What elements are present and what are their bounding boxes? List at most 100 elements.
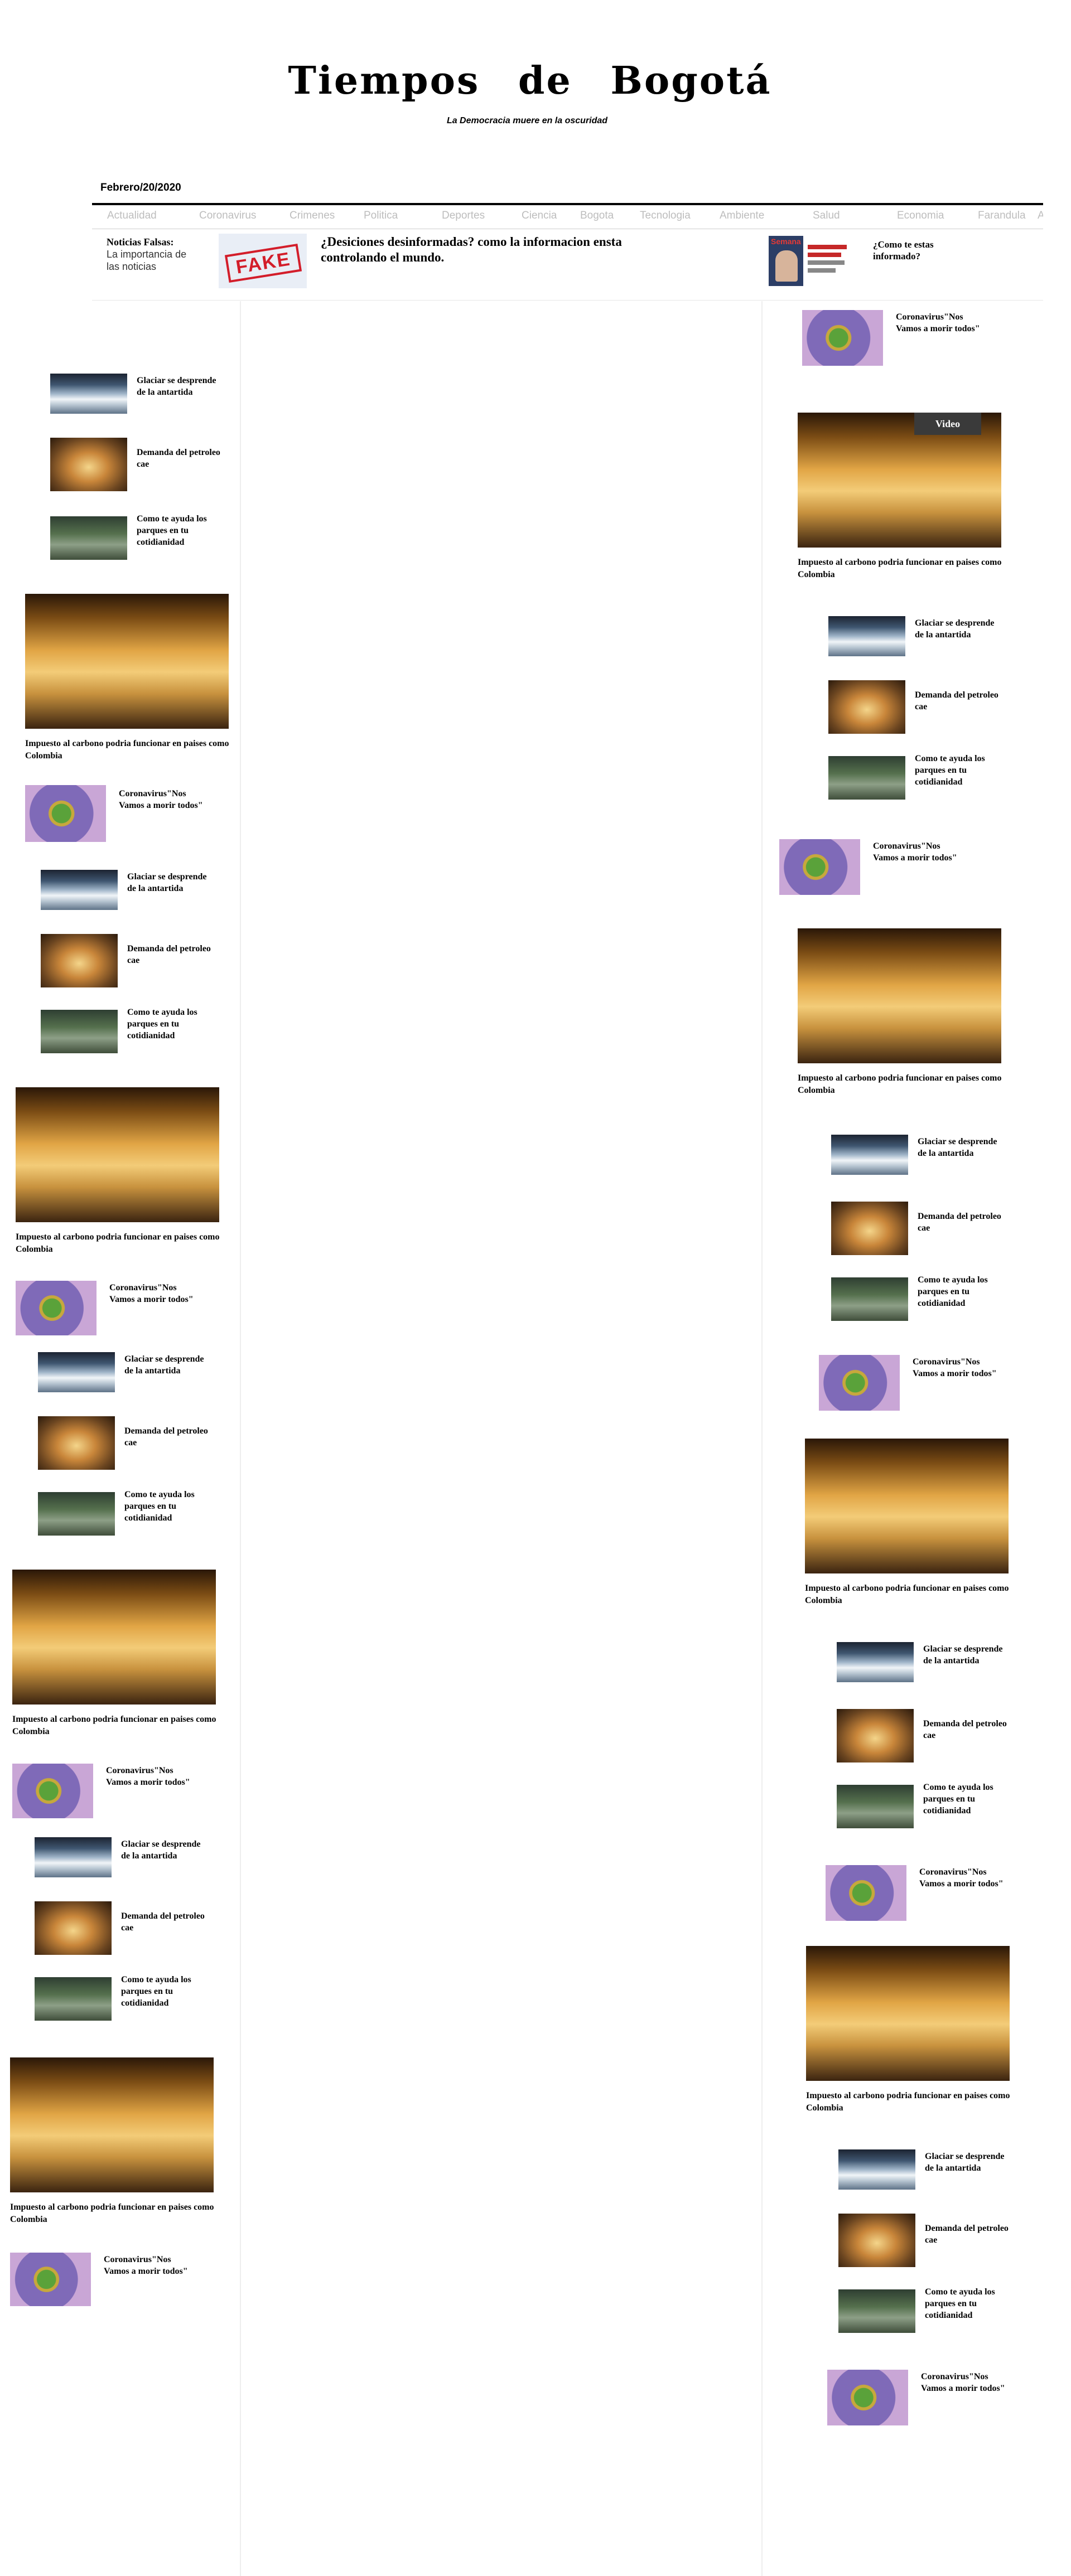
carbon-image: Video bbox=[798, 413, 1001, 548]
main-nav: Actualidad Coronavirus Crimenes Politica… bbox=[92, 206, 1043, 229]
video-badge[interactable]: Video bbox=[914, 413, 981, 435]
article-title: Impuesto al carbono podria funcionar en … bbox=[25, 739, 229, 761]
oil-image bbox=[831, 1202, 908, 1255]
article-title: Glaciar se desprende de la antartida bbox=[127, 872, 207, 893]
carbon-image bbox=[16, 1087, 219, 1222]
nav-economia[interactable]: Economia bbox=[897, 210, 944, 222]
glacier-image bbox=[837, 1642, 914, 1682]
glacier-image bbox=[831, 1135, 908, 1175]
nav-ciencia[interactable]: Ciencia bbox=[522, 210, 557, 222]
column-divider-left bbox=[240, 301, 241, 2576]
parks-image bbox=[41, 1010, 118, 1053]
nav-actualidad[interactable]: Actualidad bbox=[107, 210, 157, 222]
article-title: Coronavirus"Nos Vamos a morir todos" bbox=[919, 1867, 1004, 1889]
article-title: Impuesto al carbono podria funcionar en … bbox=[806, 2091, 1010, 2113]
article-title: Demanda del petroleo cae bbox=[923, 1719, 1007, 1740]
article-title: Demanda del petroleo cae bbox=[918, 1212, 1001, 1233]
article-title: Como te ayuda los parques en tu cotidian… bbox=[918, 1275, 988, 1308]
fake-stamp-graphic: FAKE bbox=[224, 243, 302, 283]
oil-image bbox=[35, 1901, 112, 1955]
coronavirus-image bbox=[802, 310, 883, 366]
article-title: Demanda del petroleo cae bbox=[925, 2224, 1009, 2245]
article-title: Coronavirus"Nos Vamos a morir todos" bbox=[896, 312, 980, 333]
article-title: Coronavirus"Nos Vamos a morir todos" bbox=[109, 1283, 194, 1304]
article-title: Glaciar se desprende de la antartida bbox=[121, 1839, 201, 1861]
oil-image bbox=[38, 1416, 115, 1470]
fake-news-teaser-title: Noticias Falsas: bbox=[107, 236, 174, 248]
coronavirus-image bbox=[16, 1281, 97, 1335]
carbon-image bbox=[25, 594, 229, 729]
glacier-image bbox=[828, 616, 905, 656]
article-title: Coronavirus"Nos Vamos a morir todos" bbox=[921, 2372, 1005, 2393]
article-title: Glaciar se desprende de la antartida bbox=[124, 1354, 204, 1376]
carbon-image bbox=[806, 1946, 1010, 2081]
oil-image bbox=[41, 934, 118, 987]
semana-logo: Semana bbox=[771, 237, 801, 246]
glacier-image bbox=[38, 1352, 115, 1392]
oil-image bbox=[837, 1709, 914, 1762]
coronavirus-image bbox=[819, 1355, 900, 1411]
site-tagline: La Democracia muere en la oscuridad bbox=[446, 116, 608, 125]
parks-image bbox=[831, 1277, 908, 1321]
nav-salud[interactable]: Salud bbox=[813, 210, 840, 222]
parks-image bbox=[38, 1492, 115, 1536]
article-title: Impuesto al carbono podria funcionar en … bbox=[12, 1715, 216, 1736]
article-title: Como te ayuda los parques en tu cotidian… bbox=[925, 2287, 995, 2320]
semana-cover-image[interactable]: Semana bbox=[769, 236, 851, 286]
nav-more[interactable]: A bbox=[1038, 210, 1043, 222]
nav-tecnologia[interactable]: Tecnologia bbox=[640, 210, 691, 222]
carbon-image bbox=[10, 2057, 214, 2192]
side-headline[interactable]: ¿Como te estas informado? bbox=[873, 239, 968, 262]
article-title: Demanda del petroleo cae bbox=[915, 690, 998, 711]
header-rule bbox=[92, 203, 1043, 205]
article-title: Impuesto al carbono podria funcionar en … bbox=[798, 1073, 1002, 1095]
column-divider-right bbox=[761, 301, 763, 2576]
article-title: Glaciar se desprende de la antartida bbox=[918, 1137, 997, 1158]
article-title: Como te ayuda los parques en tu cotidian… bbox=[124, 1490, 195, 1523]
article-title: Glaciar se desprende de la antartida bbox=[925, 2152, 1005, 2173]
coronavirus-image bbox=[827, 2370, 908, 2425]
fake-news-teaser[interactable]: Noticias Falsas: La importancia de las n… bbox=[107, 236, 201, 273]
coronavirus-image bbox=[25, 785, 106, 842]
nav-politica[interactable]: Politica bbox=[364, 210, 398, 222]
article-title: Como te ayuda los parques en tu cotidian… bbox=[923, 1783, 993, 1815]
glacier-image bbox=[35, 1837, 112, 1877]
parks-image bbox=[838, 2289, 915, 2333]
article-title: Impuesto al carbono podria funcionar en … bbox=[805, 1584, 1009, 1605]
article-title: Como te ayuda los parques en tu cotidian… bbox=[915, 754, 985, 787]
article-title: Glaciar se desprende de la antartida bbox=[137, 376, 216, 397]
carbon-image bbox=[805, 1439, 1009, 1573]
ticker-divider bbox=[92, 300, 1043, 301]
parks-image bbox=[828, 756, 905, 800]
article-title: Impuesto al carbono podria funcionar en … bbox=[798, 558, 1002, 579]
article-title: Glaciar se desprende de la antartida bbox=[915, 618, 995, 640]
oil-image bbox=[828, 680, 905, 734]
site-title: Tiempos de Bogotá bbox=[288, 59, 772, 103]
nav-coronavirus[interactable]: Coronavirus bbox=[199, 210, 256, 222]
article-title: Coronavirus"Nos Vamos a morir todos" bbox=[104, 2255, 188, 2276]
fake-news-image[interactable]: FAKE bbox=[219, 234, 307, 288]
oil-image bbox=[838, 2214, 915, 2267]
article-title: Como te ayuda los parques en tu cotidian… bbox=[127, 1008, 197, 1040]
coronavirus-image bbox=[12, 1764, 93, 1818]
glacier-image bbox=[838, 2149, 915, 2190]
article-title: Demanda del petroleo cae bbox=[121, 1911, 205, 1933]
article-title: Impuesto al carbono podria funcionar en … bbox=[16, 1232, 220, 1254]
nav-crimenes[interactable]: Crimenes bbox=[290, 210, 335, 222]
nav-bogota[interactable]: Bogota bbox=[580, 210, 614, 222]
nav-ambiente[interactable]: Ambiente bbox=[720, 210, 764, 222]
coronavirus-image bbox=[826, 1865, 906, 1921]
nav-deportes[interactable]: Deportes bbox=[442, 210, 485, 222]
glacier-image bbox=[50, 374, 127, 414]
oil-image bbox=[50, 438, 127, 491]
nav-farandula[interactable]: Farandula bbox=[978, 210, 1026, 222]
article-title: Coronavirus"Nos Vamos a morir todos" bbox=[913, 1357, 997, 1378]
article-title: Coronavirus"Nos Vamos a morir todos" bbox=[119, 789, 203, 810]
main-headline[interactable]: ¿Desiciones desinformadas? como la infor… bbox=[321, 234, 655, 265]
parks-image bbox=[35, 1977, 112, 2021]
parks-image bbox=[50, 516, 127, 560]
current-date: Febrero/20/2020 bbox=[100, 182, 181, 193]
article-title: Demanda del petroleo cae bbox=[124, 1426, 208, 1447]
parks-image bbox=[837, 1785, 914, 1828]
coronavirus-image bbox=[779, 839, 860, 895]
